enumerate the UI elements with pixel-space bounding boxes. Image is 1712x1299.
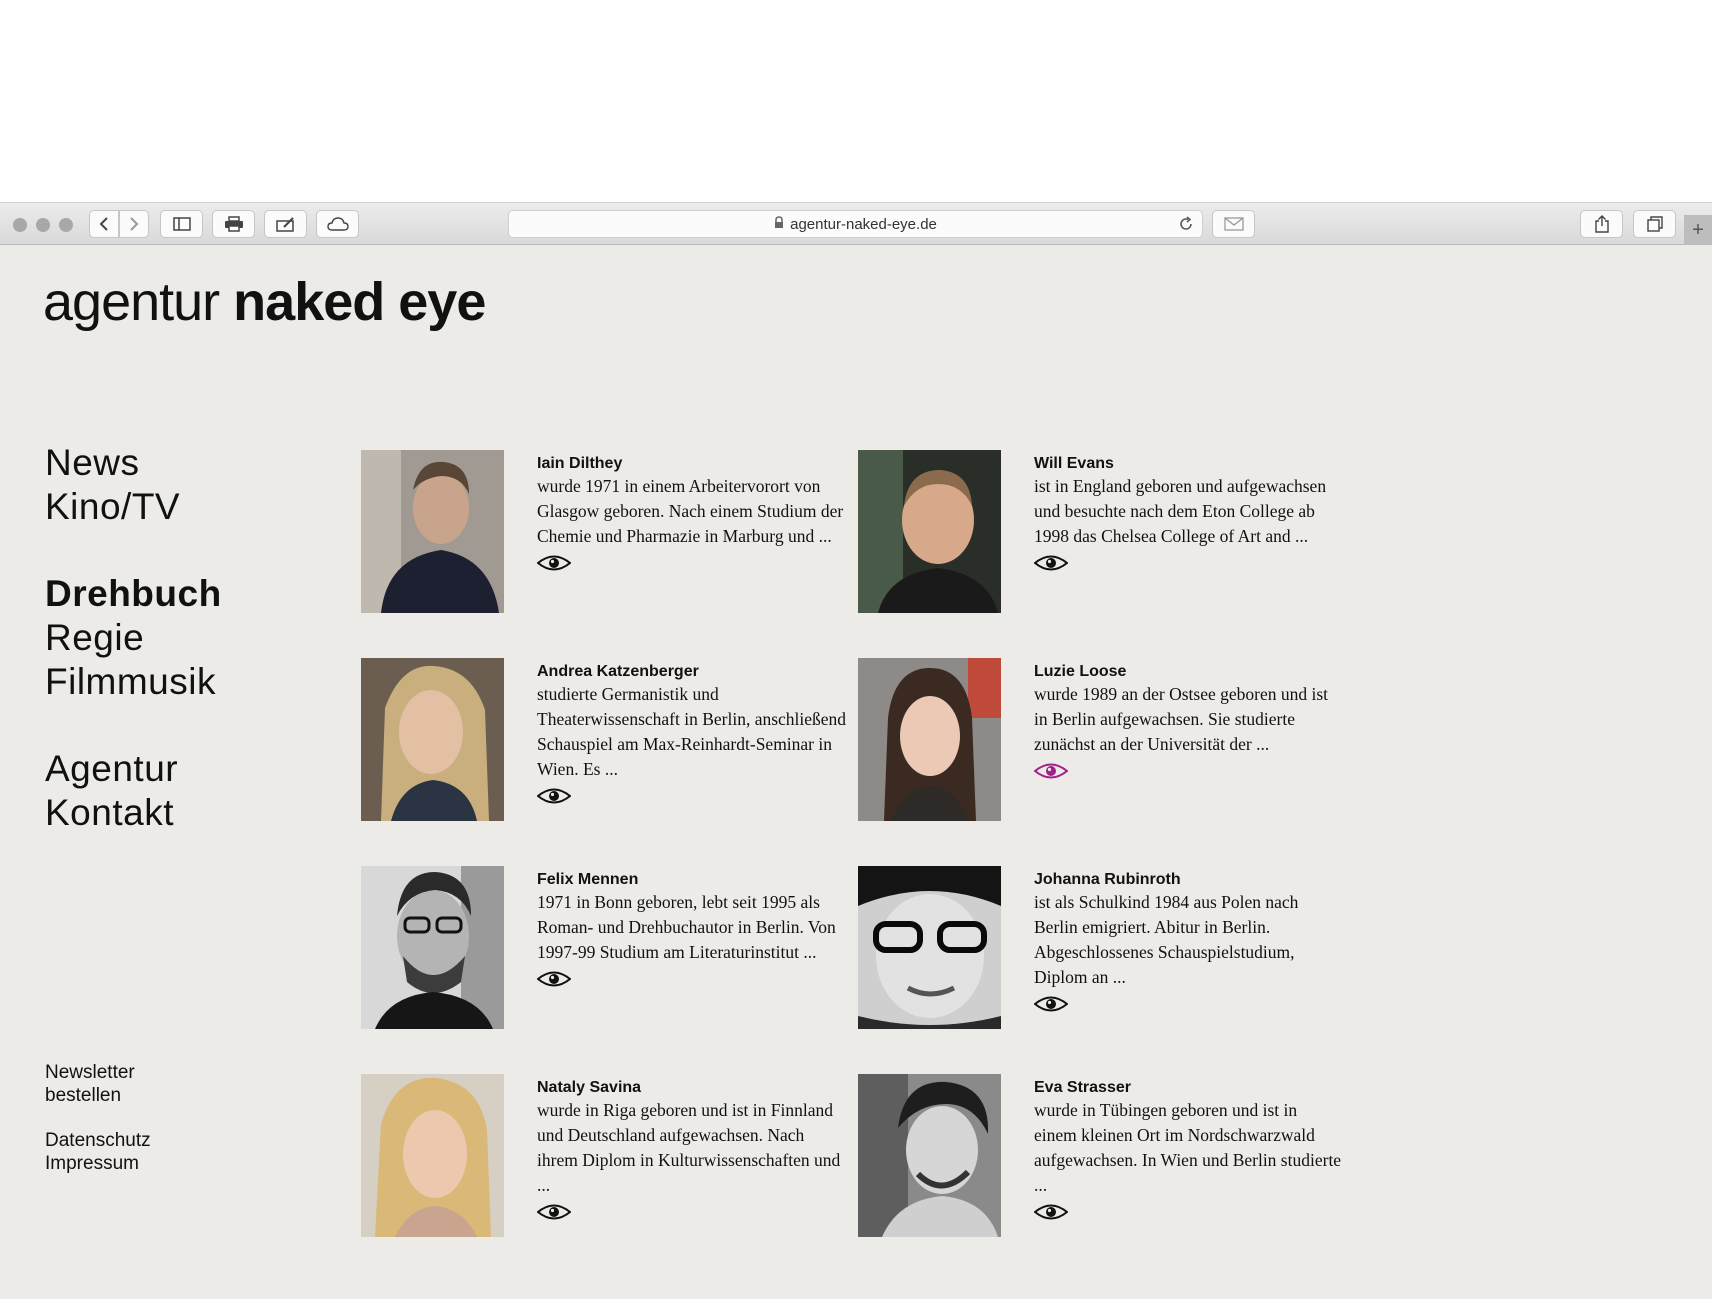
person-bio: wurde in Tübingen geboren und ist in ein… — [1034, 1100, 1342, 1195]
nav-drehbuch[interactable]: Drehbuch — [45, 572, 222, 616]
nav-news[interactable]: News — [45, 441, 222, 485]
eye-icon[interactable] — [536, 970, 572, 993]
eye-icon[interactable] — [1033, 995, 1069, 1018]
person-bio: studierte Germanistik und Theaterwissens… — [537, 684, 847, 779]
person-photo[interactable] — [361, 1074, 504, 1237]
person-photo[interactable] — [858, 1074, 1001, 1237]
eye-icon[interactable] — [1033, 762, 1069, 785]
page-viewport: agentur naked eye News Kino/TV Drehbuch … — [0, 245, 1712, 1299]
share-icon — [1594, 215, 1610, 233]
person-card: Johanna Rubinroth ist als Schulkind 1984… — [858, 866, 1358, 1031]
eye-icon[interactable] — [536, 787, 572, 810]
person-bio: wurde in Riga geboren und ist in Finnlan… — [537, 1100, 841, 1195]
person-photo[interactable] — [361, 866, 504, 1029]
site-logo[interactable]: agentur naked eye — [43, 271, 486, 333]
share-button[interactable] — [1580, 210, 1623, 238]
person-name[interactable]: Nataly Savina — [537, 1078, 847, 1098]
person-name[interactable]: Iain Dilthey — [537, 454, 847, 474]
person-name[interactable]: Felix Mennen — [537, 870, 847, 890]
window-minimize-button[interactable] — [36, 218, 50, 232]
person-photo[interactable] — [858, 658, 1001, 821]
eye-icon[interactable] — [1033, 1203, 1069, 1226]
person-name[interactable]: Johanna Rubinroth — [1034, 870, 1344, 890]
datenschutz-link[interactable]: Datenschutz — [45, 1129, 151, 1152]
cloud-icon — [326, 217, 349, 231]
forward-button[interactable] — [119, 210, 149, 238]
annotate-button[interactable] — [264, 210, 307, 238]
person-card: Eva Strasser wurde in Tübingen geboren u… — [858, 1074, 1358, 1239]
envelope-icon — [1223, 217, 1244, 231]
browser-toolbar: agentur-naked-eye.de + — [0, 202, 1712, 246]
person-name[interactable]: Eva Strasser — [1034, 1078, 1344, 1098]
eye-icon[interactable] — [1033, 554, 1069, 577]
chevron-left-icon — [99, 216, 109, 232]
person-photo[interactable] — [361, 450, 504, 613]
main-navigation: News Kino/TV Drehbuch Regie Filmmusik Ag… — [45, 441, 222, 878]
person-photo[interactable] — [361, 658, 504, 821]
nav-agentur[interactable]: Agentur — [45, 747, 222, 791]
person-photo[interactable] — [858, 450, 1001, 613]
person-card: Felix Mennen 1971 in Bonn geboren, lebt … — [361, 866, 861, 1031]
tabs-overview-button[interactable] — [1633, 210, 1676, 238]
person-name[interactable]: Will Evans — [1034, 454, 1344, 474]
sidebar-icon — [172, 217, 191, 231]
person-bio: ist als Schulkind 1984 aus Polen nach Be… — [1034, 892, 1299, 987]
person-card: Luzie Loose wurde 1989 an der Ostsee geb… — [858, 658, 1358, 823]
person-name[interactable]: Luzie Loose — [1034, 662, 1344, 682]
eye-icon[interactable] — [536, 1203, 572, 1226]
address-bar[interactable]: agentur-naked-eye.de — [508, 210, 1203, 238]
sidebar-button[interactable] — [160, 210, 203, 238]
nav-kontakt[interactable]: Kontakt — [45, 791, 222, 835]
tabs-icon — [1646, 216, 1663, 232]
person-card: Andrea Katzenberger studierte Germanisti… — [361, 658, 861, 823]
chevron-right-icon — [129, 216, 139, 232]
person-card: Iain Dilthey wurde 1971 in einem Arbeite… — [361, 450, 861, 615]
pen-icon — [275, 216, 296, 232]
person-card: Will Evans ist in England geboren und au… — [858, 450, 1358, 615]
cloud-button[interactable] — [316, 210, 359, 238]
mail-button[interactable] — [1212, 210, 1255, 238]
lock-icon — [774, 215, 784, 233]
newsletter-link[interactable]: Newsletter bestellen — [45, 1061, 151, 1107]
person-name[interactable]: Andrea Katzenberger — [537, 662, 847, 682]
eye-icon[interactable] — [536, 554, 572, 577]
impressum-link[interactable]: Impressum — [45, 1152, 151, 1175]
person-bio: 1971 in Bonn geboren, lebt seit 1995 als… — [537, 892, 836, 962]
person-bio: wurde 1971 in einem Arbeitervorort von G… — [537, 476, 844, 546]
new-tab-button[interactable]: + — [1684, 215, 1712, 246]
footer-navigation: Newsletter bestellen Datenschutz Impress… — [45, 1061, 151, 1197]
window-zoom-button[interactable] — [59, 218, 73, 232]
nav-regie[interactable]: Regie — [45, 616, 222, 660]
back-button[interactable] — [89, 210, 119, 238]
window-close-button[interactable] — [13, 218, 27, 232]
person-bio: wurde 1989 an der Ostsee geboren und ist… — [1034, 684, 1329, 754]
plus-icon: + — [1692, 219, 1704, 241]
nav-filmmusik[interactable]: Filmmusik — [45, 660, 222, 704]
url-text: agentur-naked-eye.de — [790, 215, 937, 233]
nav-kino-tv[interactable]: Kino/TV — [45, 485, 222, 529]
person-bio: ist in England geboren und aufgewachsen … — [1034, 476, 1327, 546]
printer-icon — [224, 216, 244, 232]
print-button[interactable] — [212, 210, 255, 238]
person-card: Nataly Savina wurde in Riga geboren und … — [361, 1074, 861, 1239]
person-photo[interactable] — [858, 866, 1001, 1029]
reload-icon[interactable] — [1178, 216, 1194, 236]
